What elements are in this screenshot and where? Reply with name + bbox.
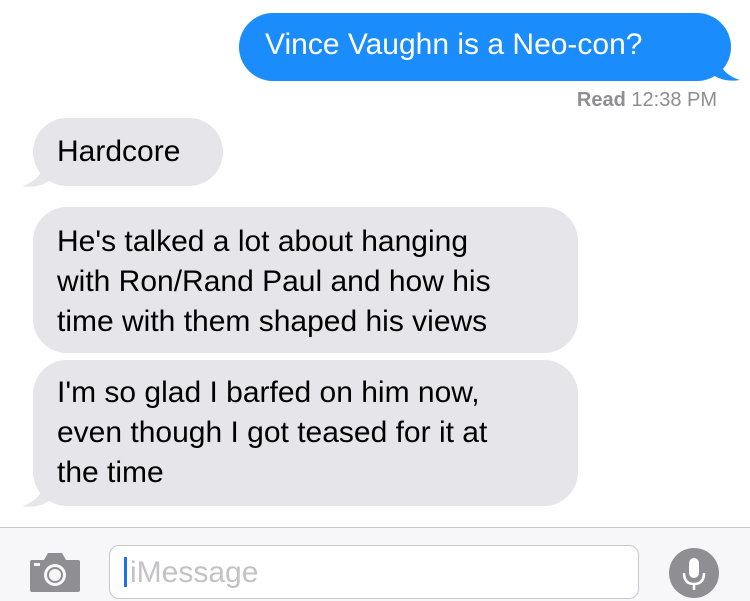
read-receipt: Read 12:38 PM (577, 86, 717, 114)
camera-icon[interactable] (28, 550, 82, 594)
message-input-bar: iMessage (0, 527, 750, 601)
received-message-bubble: Hardcore (33, 118, 223, 186)
text-cursor (124, 557, 127, 587)
imessage-input[interactable]: iMessage (109, 545, 639, 599)
sent-bubble-tail (712, 52, 740, 81)
messages-screen: Vince Vaughn is a Neo-con? Read 12:38 PM… (0, 0, 750, 601)
read-status: Read (576, 89, 626, 111)
received-bubble-tail (22, 478, 50, 507)
received-bubble-tail (22, 158, 50, 187)
received-message-text: He's talked a lot about hanging with Ron… (57, 225, 491, 338)
sent-message-text: Vince Vaughn is a Neo-con? (265, 28, 643, 61)
received-message-bubble: I'm so glad I barfed on him now, even th… (33, 360, 578, 506)
sent-message-bubble: Vince Vaughn is a Neo-con? (239, 13, 731, 81)
received-message-text: I'm so glad I barfed on him now, even th… (57, 376, 488, 489)
read-time: 12:38 PM (631, 89, 717, 111)
received-message-bubble: He's talked a lot about hanging with Ron… (33, 207, 578, 353)
microphone-icon (682, 558, 706, 590)
imessage-placeholder: iMessage (130, 556, 259, 589)
microphone-button[interactable] (669, 548, 719, 598)
received-message-text: Hardcore (57, 135, 181, 168)
